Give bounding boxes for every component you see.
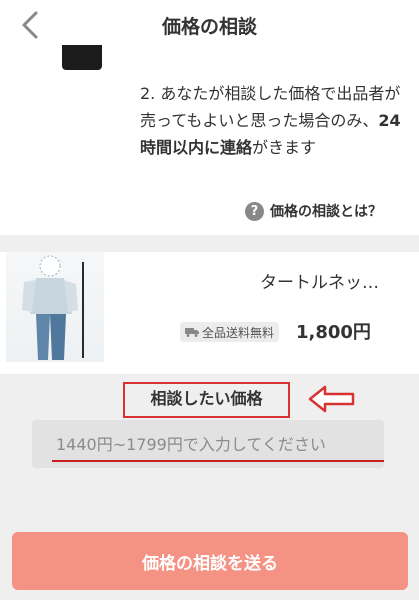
shipping-badge-label: 全品送料無料 (202, 325, 275, 340)
section-divider (0, 235, 419, 252)
help-link[interactable]: ? 価格の相談とは？ (245, 200, 382, 222)
free-shipping-badge: 全品送料無料 (180, 322, 280, 342)
offer-label: 相談したい価格 (150, 389, 263, 408)
product-name: タートルネッ… (260, 273, 379, 293)
send-offer-button[interactable]: 価格の相談を送る (12, 532, 408, 590)
consultation-notice: 2. あなたが相談した価格で出品者が売ってもよいと思った場合のみ、24時間以内に… (140, 80, 410, 161)
product-price: 1,800円 (296, 322, 371, 343)
notice-text-prefix: 2. あなたが相談した価格で出品者が売ってもよいと思った場合のみ、 (140, 84, 401, 130)
notice-text-suffix: がきます (252, 138, 317, 157)
product-photo-icon (22, 255, 84, 360)
question-circle-icon: ? (245, 201, 264, 221)
help-link-label: 価格の相談とは？ (270, 204, 382, 220)
annotation-underline (52, 460, 384, 462)
truck-icon (185, 328, 199, 337)
nav-bar: 価格の相談 (0, 0, 419, 50)
image-fragment (62, 45, 102, 70)
product-image (6, 252, 104, 362)
page-title: 価格の相談 (161, 16, 257, 38)
arrow-left-icon (308, 385, 355, 413)
product-card: タートルネッ… 全品送料無料 1,800円 (0, 252, 419, 374)
